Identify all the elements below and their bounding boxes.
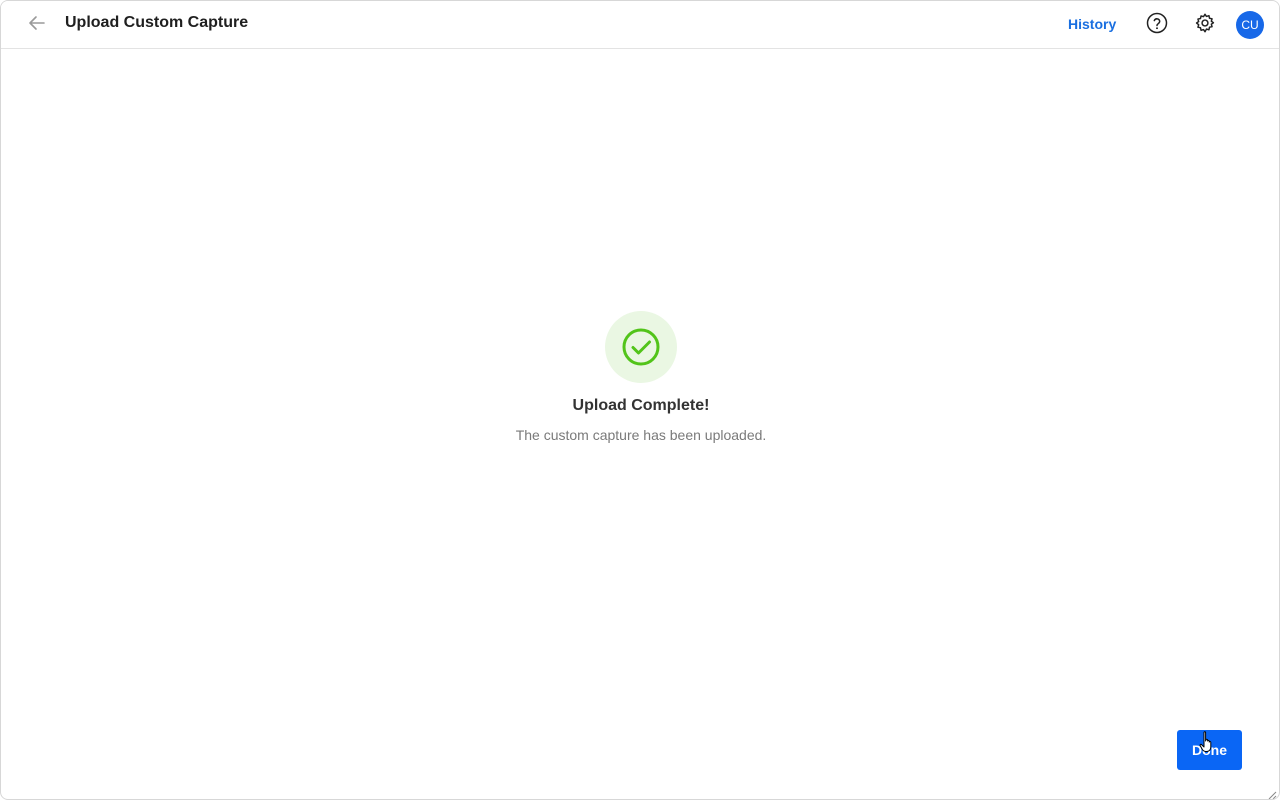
done-button[interactable]: Done xyxy=(1177,730,1242,770)
settings-button[interactable] xyxy=(1193,13,1217,37)
question-circle-icon xyxy=(1146,12,1168,39)
user-avatar[interactable]: CU xyxy=(1236,11,1264,39)
arrow-left-icon xyxy=(27,13,47,38)
help-button[interactable] xyxy=(1145,12,1169,39)
upload-status: Upload Complete! The custom capture has … xyxy=(441,311,841,443)
header-bar: Upload Custom Capture History CU xyxy=(1,1,1279,49)
gear-icon xyxy=(1194,12,1216,39)
status-title: Upload Complete! xyxy=(572,397,710,414)
history-link[interactable]: History xyxy=(1068,16,1116,32)
status-message: The custom capture has been uploaded. xyxy=(515,427,767,443)
back-button[interactable] xyxy=(25,13,49,37)
app-window: Upload Custom Capture History CU Upload … xyxy=(0,0,1280,800)
page-title: Upload Custom Capture xyxy=(65,14,249,31)
resize-grip-icon[interactable] xyxy=(1267,787,1277,799)
check-circle-icon xyxy=(605,311,677,383)
